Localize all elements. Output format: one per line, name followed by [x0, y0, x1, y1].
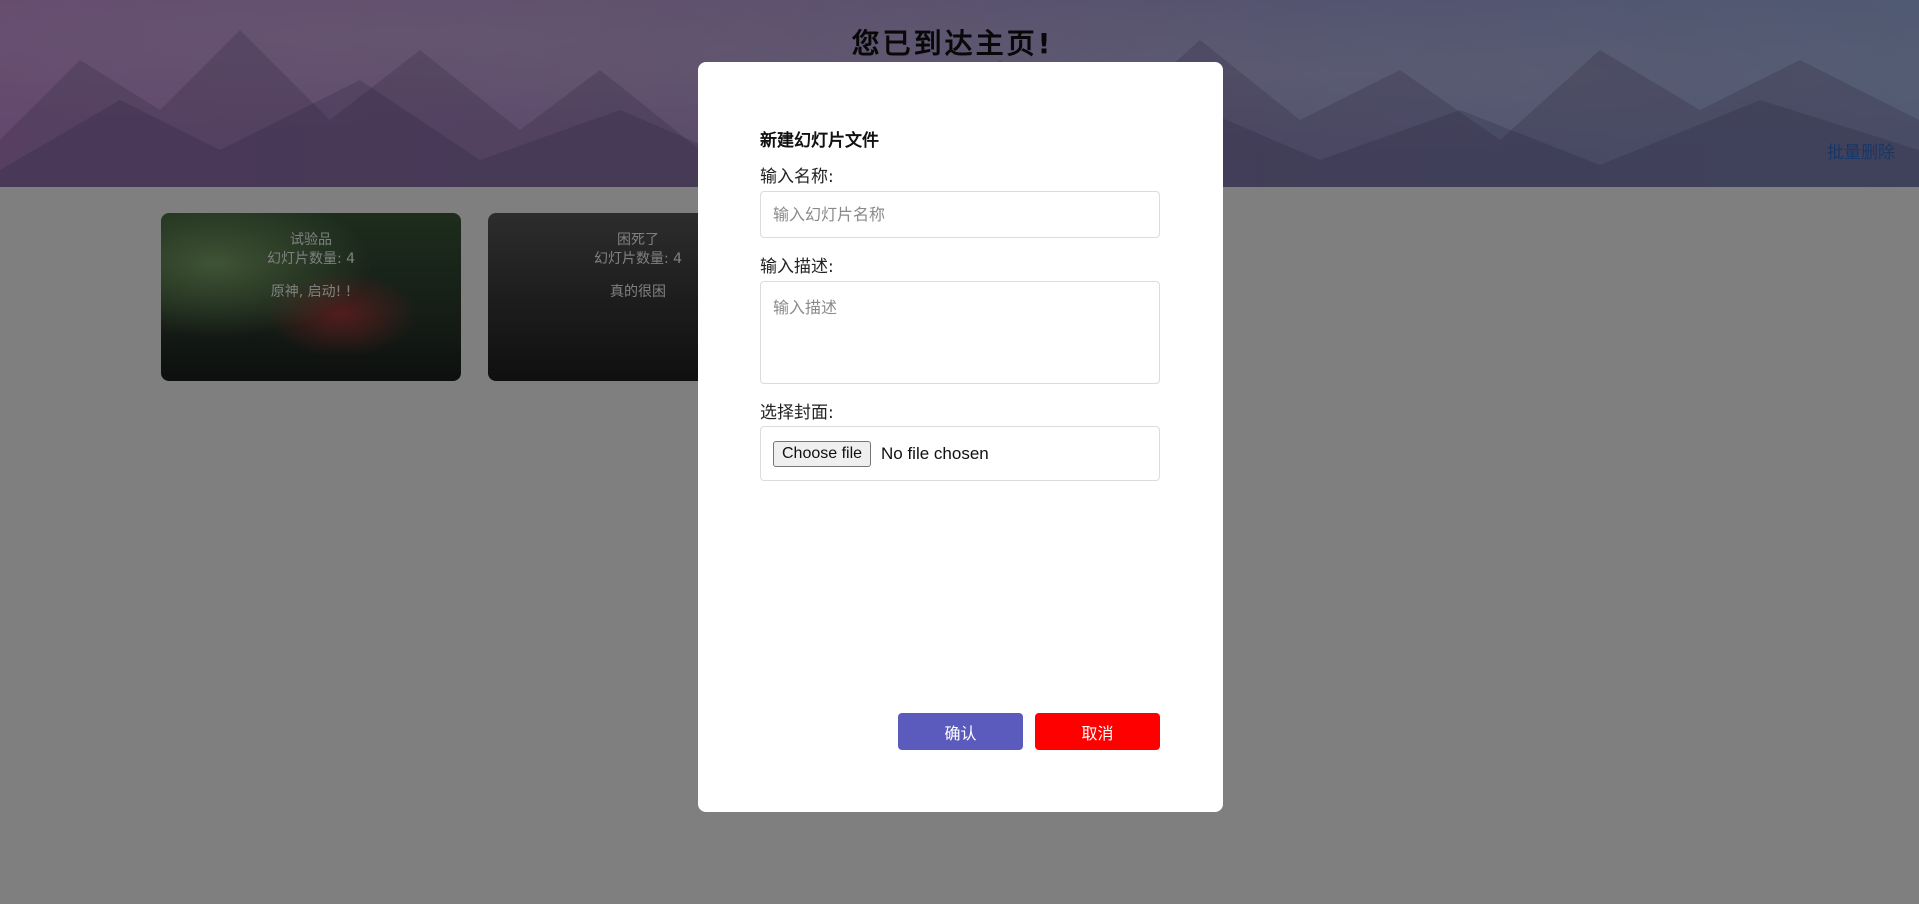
- name-label: 输入名称:: [760, 167, 834, 187]
- slide-name-input[interactable]: [760, 191, 1160, 238]
- dialog-title: 新建幻灯片文件: [760, 131, 879, 151]
- description-label: 输入描述:: [760, 257, 834, 277]
- cover-label: 选择封面:: [760, 403, 834, 423]
- slide-description-input[interactable]: [760, 281, 1160, 384]
- choose-file-button[interactable]: Choose file: [773, 441, 872, 467]
- cover-file-picker: Choose file No file chosen: [760, 426, 1160, 481]
- file-status-text: No file chosen: [881, 444, 989, 463]
- new-slide-dialog: 新建幻灯片文件 输入名称: 输入描述: 选择封面: Choose file No…: [698, 62, 1223, 812]
- confirm-button[interactable]: 确认: [898, 713, 1023, 750]
- cancel-button[interactable]: 取消: [1035, 713, 1160, 750]
- home-page: 您已到达主页! 批量删除 试验品 幻灯片数量: 4 原神, 启动! ! 困死了 …: [0, 0, 1919, 904]
